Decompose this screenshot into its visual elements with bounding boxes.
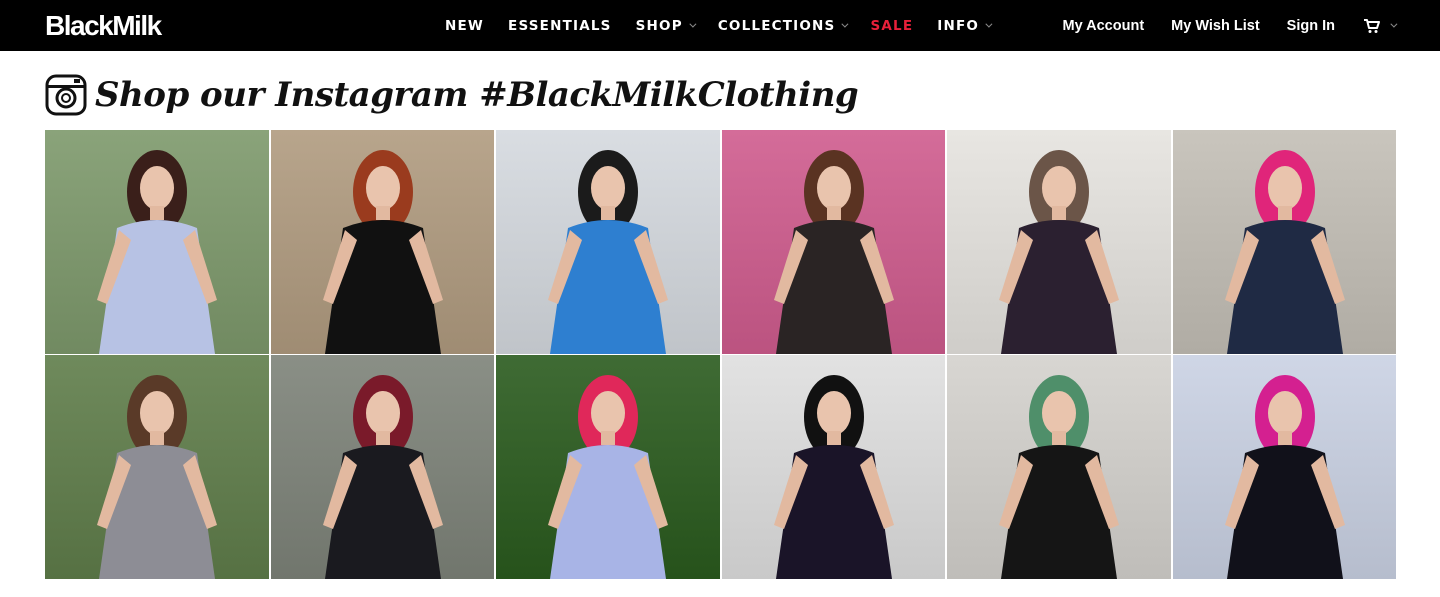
instagram-photo-tile[interactable] [947,355,1171,579]
instagram-photo-tile[interactable] [496,130,720,354]
top-navigation-bar: BlackMilk NEW ESSENTIALS SHOP COLLECTION… [0,0,1440,51]
nav-collections-label: COLLECTIONS [717,17,836,34]
cart-button[interactable] [1363,18,1398,34]
photo-figure [322,375,443,579]
nav-shop-label: SHOP [635,17,683,34]
instagram-icon [45,74,87,116]
instagram-photo-tile[interactable] [270,130,494,354]
nav-essentials[interactable]: ESSENTIALS [508,18,612,34]
nav-sale-label: SALE [870,17,914,34]
photo-figure [548,150,668,354]
photo-figure [548,375,668,579]
cart-icon [1364,18,1380,33]
photo-figure [97,150,217,354]
photo-figure [999,375,1119,579]
instagram-photo-grid [45,130,1396,579]
sign-in-link[interactable]: Sign In [1287,18,1335,34]
instagram-photo-tile[interactable] [1172,130,1396,354]
nav-shop[interactable]: SHOP [635,17,697,34]
account-nav: My Account My Wish List Sign In [1036,0,1398,51]
chevron-down-icon [689,20,697,28]
nav-essentials-label: ESSENTIALS [508,17,612,34]
main-nav: NEW ESSENTIALS SHOP COLLECTIONS SALE INF… [445,0,1014,51]
instagram-photo-tile[interactable] [1172,355,1396,579]
instagram-photo-tile[interactable] [721,355,945,579]
chevron-down-icon [841,20,849,28]
photo-figure [97,375,217,579]
my-account-link[interactable]: My Account [1063,18,1145,34]
instagram-photo-tile[interactable] [947,130,1171,354]
nav-sale[interactable]: SALE [870,18,913,34]
photo-figure [773,150,894,354]
instagram-photo-tile[interactable] [45,130,269,354]
instagram-banner: Shop our Instagram #BlackMilkClothing [45,70,859,120]
nav-info[interactable]: INFO [937,17,993,34]
nav-new-label: NEW [445,17,485,34]
wish-list-link[interactable]: My Wish List [1171,18,1260,34]
instagram-banner-text: Shop our Instagram #BlackMilkClothing [95,75,859,115]
instagram-photo-tile[interactable] [45,355,269,579]
chevron-down-icon [1390,20,1398,28]
photo-figure [322,150,443,354]
photo-figure [1224,150,1345,354]
instagram-photo-tile[interactable] [270,355,494,579]
nav-collections[interactable]: COLLECTIONS [717,17,849,34]
instagram-photo-tile[interactable] [721,130,945,354]
photo-figure [999,150,1119,354]
chevron-down-icon [985,20,993,28]
photo-figure [1224,375,1345,579]
photo-figure [773,375,894,579]
nav-info-label: INFO [937,17,980,34]
blackmilk-logo[interactable]: BlackMilk [45,9,162,43]
instagram-photo-tile[interactable] [496,355,720,579]
nav-new[interactable]: NEW [445,18,484,34]
